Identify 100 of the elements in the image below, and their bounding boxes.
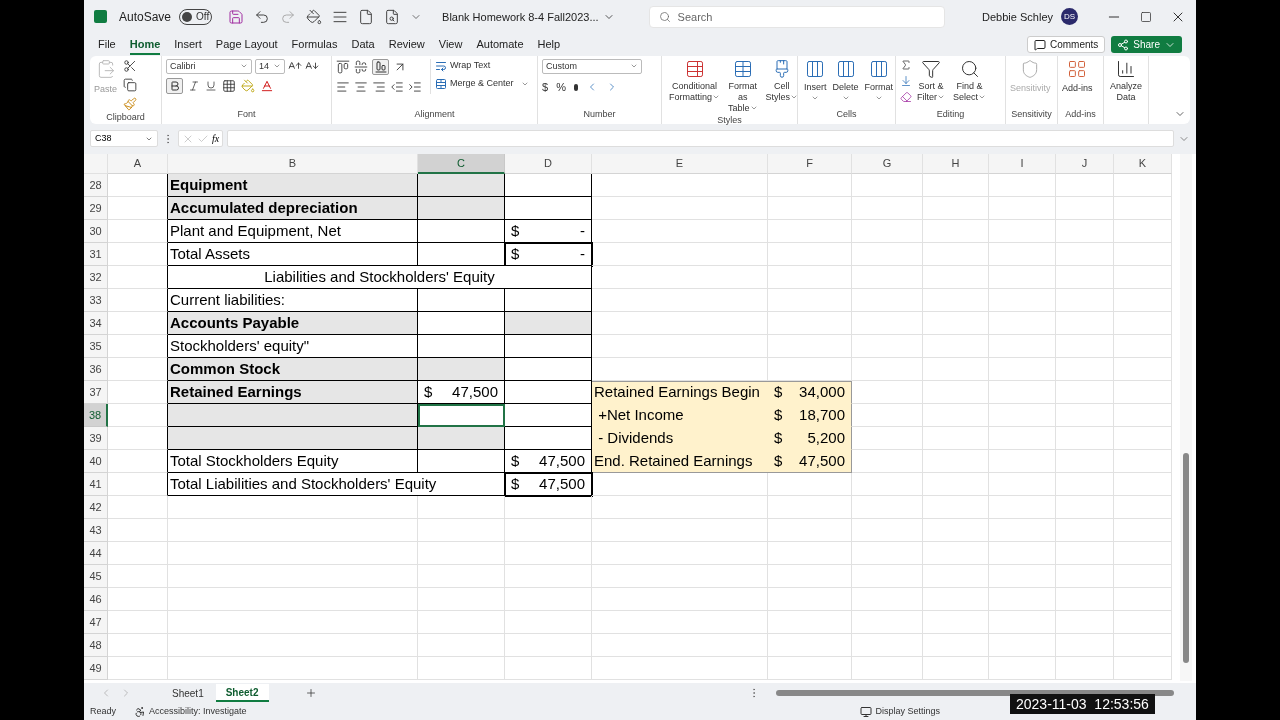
menu-tab[interactable]: Help xyxy=(537,34,561,55)
middle-align-icon[interactable] xyxy=(354,59,368,74)
bold-button[interactable] xyxy=(166,77,183,94)
align-left-icon[interactable] xyxy=(336,79,350,94)
analyze-data-button[interactable]: Analyze Data xyxy=(1110,55,1143,103)
italic-icon[interactable] xyxy=(188,79,200,92)
display-settings-button[interactable]: Display Settings xyxy=(860,704,940,719)
row-header[interactable]: 31 xyxy=(84,242,108,266)
sheet-tab[interactable]: Sheet2 xyxy=(215,684,269,703)
underline-icon[interactable] xyxy=(205,79,217,92)
row-header[interactable]: 33 xyxy=(84,288,108,312)
row-header[interactable]: 39 xyxy=(84,426,108,450)
undo-icon[interactable] xyxy=(254,8,271,25)
format-painter-icon[interactable] xyxy=(123,96,137,111)
insert-function-button[interactable]: fx xyxy=(212,131,220,147)
menu-tab[interactable]: Automate xyxy=(476,34,524,55)
row-header[interactable]: 29 xyxy=(84,196,108,220)
fill-icon[interactable] xyxy=(900,74,912,87)
cells-button[interactable]: Format xyxy=(862,58,896,103)
accessibility-button[interactable]: Accessibility: Investigate xyxy=(134,704,247,719)
sheet-tab[interactable]: Sheet1 xyxy=(162,684,214,703)
align-right-icon[interactable] xyxy=(372,79,386,94)
currency-button[interactable]: $ xyxy=(542,78,549,96)
borders-icon[interactable] xyxy=(222,78,236,93)
menu-tab[interactable]: Review xyxy=(388,34,425,55)
row-header[interactable]: 41 xyxy=(84,472,108,496)
decrease-indent-icon[interactable] xyxy=(390,79,404,94)
row-header[interactable]: 36 xyxy=(84,357,108,381)
add-sheet-icon[interactable] xyxy=(304,687,317,700)
row-header[interactable]: 48 xyxy=(84,633,108,657)
row-header[interactable]: 44 xyxy=(84,541,108,565)
editing-button[interactable]: Sort & Filter xyxy=(914,58,948,103)
column-header[interactable]: D xyxy=(505,153,592,174)
fill-color-icon[interactable] xyxy=(306,8,323,25)
row-header[interactable]: 45 xyxy=(84,564,108,588)
column-header[interactable]: E xyxy=(592,153,768,174)
column-header[interactable]: F xyxy=(768,153,852,174)
search-field[interactable]: Search xyxy=(648,5,945,28)
cells-button[interactable]: Delete xyxy=(830,58,861,103)
styles-button[interactable]: Format as Table xyxy=(725,58,761,114)
print-preview-icon[interactable] xyxy=(384,8,401,25)
cells-button[interactable]: Insert xyxy=(802,58,829,103)
align-center-icon[interactable] xyxy=(354,79,368,94)
comma-style-icon[interactable] xyxy=(573,83,578,91)
menu-tab[interactable]: Formulas xyxy=(291,34,338,55)
column-header[interactable]: J xyxy=(1056,153,1114,174)
row-header[interactable]: 38 xyxy=(84,403,108,427)
document-title[interactable]: Blank Homework 8-4 Fall2023... xyxy=(442,8,615,26)
row-header[interactable]: 35 xyxy=(84,334,108,358)
user-avatar[interactable]: DS xyxy=(1061,8,1078,26)
styles-button[interactable]: Cell Styles xyxy=(762,58,802,114)
menu-tab[interactable]: Home xyxy=(129,34,161,55)
column-header[interactable]: C xyxy=(418,153,505,174)
menu-tab[interactable]: Page Layout xyxy=(215,34,278,55)
column-header[interactable]: K xyxy=(1114,153,1172,174)
bottom-align-button[interactable] xyxy=(372,58,389,75)
document-icon[interactable] xyxy=(358,8,375,25)
formula-field[interactable] xyxy=(227,130,1174,148)
wrap-text-button[interactable]: Wrap Text xyxy=(435,58,529,73)
menu-tab[interactable]: Data xyxy=(351,34,375,55)
row-header[interactable]: 34 xyxy=(84,311,108,335)
row-header[interactable]: 37 xyxy=(84,380,108,404)
merge-center-button[interactable]: Merge & Center xyxy=(435,77,529,91)
row-header[interactable]: 40 xyxy=(84,449,108,473)
row-header[interactable]: 42 xyxy=(84,495,108,519)
percent-button[interactable]: % xyxy=(556,78,566,96)
font-name-field[interactable]: Calibri xyxy=(166,58,252,74)
column-header[interactable]: A xyxy=(108,153,168,174)
maximize-icon[interactable] xyxy=(1140,10,1152,23)
fill-color-icon[interactable] xyxy=(241,78,255,93)
column-header[interactable]: B xyxy=(168,153,418,174)
share-button[interactable]: Share xyxy=(1111,36,1182,54)
clear-icon[interactable] xyxy=(900,90,912,103)
menu-tab[interactable]: File xyxy=(98,34,116,55)
vertical-scrollbar[interactable] xyxy=(1180,153,1192,681)
font-size-field[interactable]: 14 xyxy=(255,58,285,74)
row-header[interactable]: 32 xyxy=(84,265,108,289)
save-icon[interactable] xyxy=(228,8,245,25)
row-header[interactable]: 46 xyxy=(84,587,108,611)
styles-button[interactable]: Conditional Formatting xyxy=(666,58,723,114)
redo-icon[interactable] xyxy=(280,8,297,25)
number-format-field[interactable]: Custom xyxy=(542,58,642,74)
editing-button[interactable]: Find & Select xyxy=(950,58,989,103)
row-header[interactable]: 28 xyxy=(84,173,108,197)
row-header[interactable]: 43 xyxy=(84,518,108,542)
increase-indent-icon[interactable] xyxy=(408,79,422,94)
autosum-icon[interactable] xyxy=(900,58,912,71)
column-header[interactable]: H xyxy=(923,153,989,174)
font-color-icon[interactable] xyxy=(260,78,274,93)
add-ins-button[interactable]: Add-ins xyxy=(1062,58,1093,96)
comments-button[interactable]: Comments xyxy=(1026,36,1106,54)
row-header[interactable]: 49 xyxy=(84,656,108,680)
row-header[interactable]: 30 xyxy=(84,219,108,243)
name-box[interactable]: C38 xyxy=(90,130,158,148)
copy-icon[interactable] xyxy=(123,77,137,92)
row-header[interactable]: 47 xyxy=(84,610,108,634)
menu-tab[interactable]: Insert xyxy=(174,34,202,55)
column-header[interactable]: G xyxy=(852,153,923,174)
menu-tab[interactable]: View xyxy=(438,34,463,55)
top-align-icon[interactable] xyxy=(336,59,350,74)
